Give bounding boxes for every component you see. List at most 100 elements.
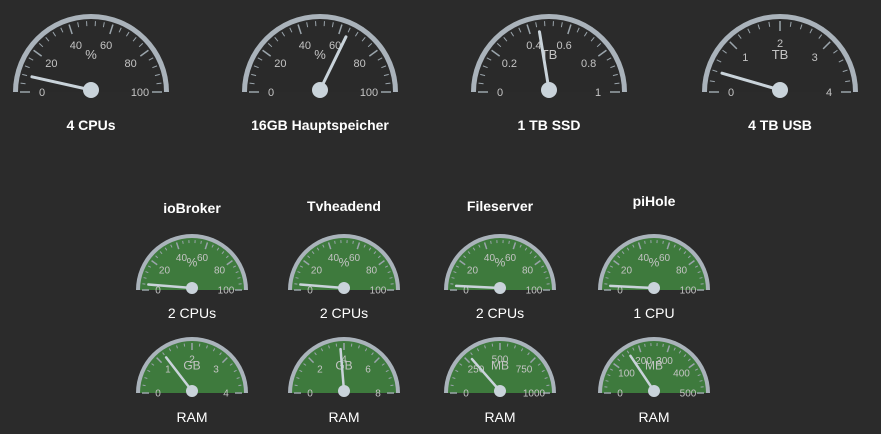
tick-label: 4	[826, 87, 832, 99]
tick-label: 750	[516, 364, 533, 375]
pihole-cpu-gauge-dial: 02040 6080100%	[598, 234, 710, 297]
pihole-ram-gauge-dial: 0100200 300400500MB	[598, 337, 710, 400]
tvheadend-ram-caption: RAM	[328, 409, 360, 425]
tick-label: 20	[274, 58, 286, 70]
tick-label: 60	[505, 253, 517, 264]
minor-tick	[385, 82, 391, 85]
minor-tick	[182, 240, 184, 244]
tick-label: 2	[317, 364, 323, 375]
needle-hub	[186, 282, 198, 294]
tick-label: 0.8	[581, 58, 596, 70]
iobroker-title: ioBroker	[163, 200, 221, 216]
memory-gauge: 0 20 40 60 80 100%	[235, 10, 405, 99]
minor-tick	[20, 82, 26, 85]
tick-label: 0	[155, 286, 161, 297]
minor-tick	[334, 240, 336, 244]
ssd-gauge-caption: 1 TB SSD	[517, 117, 581, 133]
tick-label: 60	[100, 40, 112, 52]
tick-label: 0.2	[502, 58, 517, 70]
tick-label: 100	[526, 286, 543, 297]
tick-label: 20	[45, 58, 57, 70]
minor-tick	[662, 240, 664, 244]
tick-label: 1	[742, 52, 748, 64]
pihole-title: piHole	[632, 193, 676, 209]
needle-hub	[312, 82, 328, 98]
pihole-cpu-gauge: 0 20 40 60 80 100%	[591, 230, 717, 297]
fileserver-cpu-gauge: 0 20 40 60 80 100%	[437, 230, 563, 297]
tvheadend-cpu-caption: 2 CPUs	[319, 305, 369, 321]
minor-tick	[644, 343, 646, 347]
fileserver-cpu-caption: 2 CPUs	[475, 305, 525, 321]
ssd-gauge: 0 0.2 0.4 0.6 0.8 1 TB	[464, 10, 634, 99]
iobroker-cpu-gauge-dial: 02040 6080100%	[136, 234, 248, 297]
usb-gauge: 0 1 2 3 4 TB	[695, 10, 865, 99]
pihole-ram-gauge: 0 100 200 300 400 500 MB	[591, 333, 717, 400]
tick-label: 0	[307, 389, 313, 400]
needle-hub	[186, 385, 198, 397]
minor-tick	[508, 240, 510, 244]
tick-label: 20	[159, 266, 171, 277]
minor-tick	[662, 343, 664, 347]
unit-label: %	[649, 255, 660, 269]
unit-label: %	[495, 255, 506, 269]
tick-label: 100	[218, 286, 235, 297]
needle-hub	[494, 385, 506, 397]
unit-label: TB	[772, 47, 789, 62]
needle-hub	[541, 82, 557, 98]
minor-tick	[614, 82, 620, 85]
memory-gauge-caption: 16GB Hauptspeicher	[251, 117, 389, 133]
ssd-gauge-dial: 00.20.4 0.60.81TB	[471, 14, 627, 99]
iobroker-ram-caption: RAM	[176, 409, 208, 425]
cpu-gauge: 0 20 40 60 80 100%	[6, 10, 176, 99]
tick-label: 0	[463, 389, 469, 400]
tick-label: 40	[299, 40, 311, 52]
unit-label: MB	[645, 358, 663, 372]
pihole-cpu-caption: 1 CPU	[633, 305, 675, 321]
tick-label: 80	[522, 266, 534, 277]
usb-gauge-dial: 01234TB	[702, 14, 858, 99]
usb-gauge-caption: 4 TB USB	[748, 117, 812, 133]
tick-label: 0.6	[556, 40, 571, 52]
tick-label: 0	[268, 87, 274, 99]
tick-label: 100	[680, 286, 697, 297]
tick-label: 1	[165, 364, 171, 375]
unit-label: GB	[335, 358, 352, 372]
minor-tick	[490, 240, 492, 244]
unit-label: %	[187, 255, 198, 269]
unit-label: GB	[183, 358, 200, 372]
cpu-gauge-caption: 4 CPUs	[66, 117, 116, 133]
tick-label: 80	[214, 266, 226, 277]
tick-label: 100	[131, 87, 149, 99]
minor-tick	[478, 82, 484, 85]
unit-label: MB	[491, 358, 509, 372]
iobroker-cpu-caption: 2 CPUs	[167, 305, 217, 321]
tvheadend-title: Tvheadend	[307, 198, 381, 214]
needle-hub	[83, 82, 99, 98]
tick-label: 1	[595, 87, 601, 99]
fileserver-ram-gauge: 0 250 500 750 1000 MB	[437, 333, 563, 400]
iobroker-ram-gauge-dial: 01234GB	[136, 337, 248, 400]
tick-label: 0.4	[526, 40, 541, 52]
tick-label: 0	[155, 389, 161, 400]
tick-label: 0	[617, 389, 623, 400]
tick-label: 20	[311, 266, 323, 277]
tick-label: 3	[213, 364, 219, 375]
needle-hub	[494, 282, 506, 294]
minor-tick	[249, 82, 255, 85]
needle-hub	[772, 82, 788, 98]
tick-label: 0	[728, 87, 734, 99]
minor-tick	[200, 240, 202, 244]
needle-hub	[338, 385, 350, 397]
tick-label: 80	[676, 266, 688, 277]
pihole-ram-caption: RAM	[638, 409, 670, 425]
cpu-gauge-dial: 0 20 40 60 80 100%	[13, 14, 169, 99]
tick-label: 1000	[523, 389, 546, 400]
tick-label: 400	[673, 369, 690, 380]
tick-label: 500	[680, 389, 697, 400]
unit-label: %	[85, 47, 97, 62]
needle-hub	[338, 282, 350, 294]
tick-label: 20	[467, 266, 479, 277]
tick-label: 60	[349, 253, 361, 264]
tvheadend-cpu-gauge: 0 20 40 60 80 100%	[281, 230, 407, 297]
tick-label: 80	[366, 266, 378, 277]
